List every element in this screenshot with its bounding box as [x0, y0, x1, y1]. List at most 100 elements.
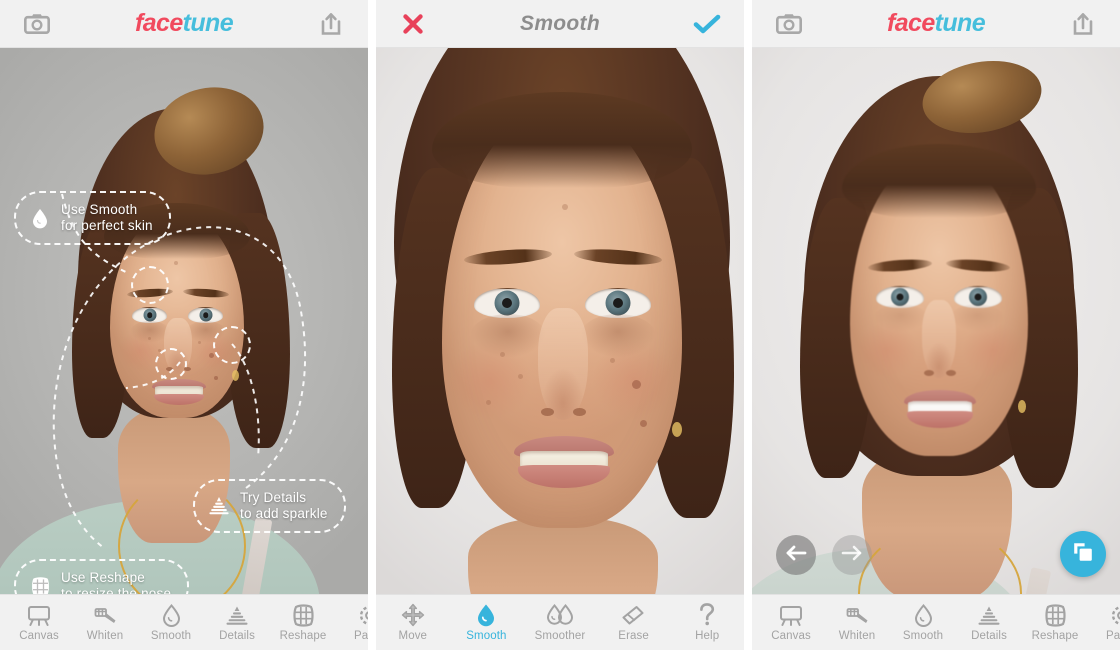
details-icon — [208, 494, 230, 518]
blemish-1 — [632, 380, 641, 389]
double-droplet-icon — [545, 603, 575, 627]
pupil-right — [613, 298, 623, 308]
cheek-left — [448, 340, 532, 420]
panel2-title: Smooth — [520, 11, 600, 35]
panel2-photo-canvas[interactable] — [376, 48, 744, 594]
move-icon — [401, 603, 425, 627]
tool-smoother[interactable]: Smoother — [523, 595, 597, 650]
blemish-2 — [640, 420, 647, 427]
tool-move[interactable]: Move — [376, 595, 450, 650]
lower-lip — [906, 411, 974, 428]
lower-lip — [518, 465, 610, 488]
app-logo: facetune — [134, 9, 234, 37]
pupil-left — [146, 312, 153, 318]
eyelid-right — [954, 286, 1002, 287]
tool-patch[interactable]: Patch — [1088, 595, 1120, 650]
panel1-header: facetune — [0, 0, 368, 48]
tool-details[interactable]: Details — [956, 595, 1022, 650]
logo-face: face — [886, 9, 935, 37]
panel3-photo-canvas[interactable] — [752, 48, 1120, 594]
tool-smooth[interactable]: Smooth — [450, 595, 524, 650]
tool-whiten[interactable]: Whiten — [72, 595, 138, 650]
camera-icon[interactable] — [22, 10, 52, 38]
tool-details-label: Details — [971, 630, 1007, 642]
freckle-3 — [198, 341, 201, 344]
redo-button[interactable] — [832, 535, 872, 575]
freckle-1 — [500, 352, 505, 357]
tool-whiten-label: Whiten — [838, 630, 876, 642]
tool-smooth[interactable]: Smooth — [890, 595, 956, 650]
tool-reshape[interactable]: Reshape — [270, 595, 336, 650]
patch-icon — [1110, 603, 1120, 627]
share-icon[interactable] — [1068, 10, 1098, 38]
compare-layers-icon — [1071, 540, 1095, 569]
tool-erase[interactable]: Erase — [597, 595, 671, 650]
callout-reshape-line2: to resize the nose — [61, 586, 172, 594]
mouth — [904, 390, 976, 428]
callout-reshape[interactable]: Use Reshape to resize the nose — [14, 559, 190, 594]
screenshot-root: facetune Use Smooth for perfect skin Try… — [0, 0, 1120, 650]
eyebrow-right — [573, 246, 663, 268]
tool-canvas-label: Canvas — [19, 630, 59, 642]
close-x-icon[interactable] — [398, 10, 428, 38]
freckle-2 — [518, 374, 523, 379]
callout-smooth-text: Use Smooth for perfect skin — [61, 202, 153, 234]
undo-button[interactable] — [776, 535, 816, 575]
hotspot-eye[interactable] — [213, 326, 251, 364]
logo-tune: tune — [934, 9, 986, 37]
tool-details[interactable]: Details — [204, 595, 270, 650]
blemish-2 — [214, 376, 218, 380]
panel-smooth-editor: Smooth Move Smooth Smoother Erase Help — [376, 0, 744, 650]
camera-icon[interactable] — [774, 10, 804, 38]
panel3-header: facetune — [752, 0, 1120, 48]
tool-whiten-label: Whiten — [86, 630, 124, 642]
mouth — [514, 436, 614, 488]
panel1-photo-canvas[interactable]: Use Smooth for perfect skin Try Details … — [0, 48, 368, 594]
face — [842, 144, 1036, 456]
canvas-icon — [27, 603, 51, 627]
tool-canvas[interactable]: Canvas — [758, 595, 824, 650]
callout-details[interactable]: Try Details to add sparkle — [193, 479, 346, 533]
tool-reshape[interactable]: Reshape — [1022, 595, 1088, 650]
callout-details-line1: Try Details — [240, 490, 307, 505]
eyebrow-right — [182, 287, 230, 299]
hotspot-forehead[interactable] — [131, 266, 169, 304]
earring — [672, 422, 682, 437]
tool-reshape-label: Reshape — [1031, 630, 1079, 642]
tool-whiten[interactable]: Whiten — [824, 595, 890, 650]
droplet-icon — [29, 206, 51, 230]
app-logo: facetune — [886, 9, 986, 37]
callout-smooth[interactable]: Use Smooth for perfect skin — [14, 191, 171, 245]
tool-help[interactable]: Help — [670, 595, 744, 650]
share-icon[interactable] — [316, 10, 346, 38]
pupil-right — [202, 312, 209, 318]
tool-patch-label: Patch — [1106, 630, 1120, 642]
callout-details-text: Try Details to add sparkle — [240, 490, 328, 522]
tool-reshape-label: Reshape — [279, 630, 327, 642]
freckle-1 — [148, 337, 151, 340]
patch-icon — [358, 603, 368, 627]
hotspot-nose[interactable] — [155, 348, 187, 380]
tool-details-label: Details — [219, 630, 255, 642]
tool-patch[interactable]: Patch — [336, 595, 368, 650]
panel2-toolbar: Move Smooth Smoother Erase Help — [376, 594, 744, 650]
question-mark-icon — [698, 603, 716, 627]
eraser-icon — [621, 603, 646, 627]
logo-face: face — [134, 9, 183, 37]
callout-smooth-line1: Use Smooth — [61, 202, 138, 217]
panel1-toolbar: Canvas Whiten Smooth Details Reshape Pa — [0, 594, 368, 650]
reshape-icon — [1044, 603, 1067, 627]
tool-smooth[interactable]: Smooth — [138, 595, 204, 650]
canvas-icon — [779, 603, 803, 627]
nostril-left — [541, 408, 554, 416]
panel2-header: Smooth — [376, 0, 744, 48]
eyebrow-right — [945, 257, 1011, 274]
freckle-3 — [610, 358, 615, 363]
neck — [468, 518, 658, 594]
portrait-zoomed — [376, 48, 744, 594]
compare-button[interactable] — [1060, 531, 1106, 577]
eyebrow-left — [463, 246, 553, 268]
checkmark-icon[interactable] — [692, 10, 722, 38]
tool-canvas[interactable]: Canvas — [6, 595, 72, 650]
face — [432, 92, 692, 528]
